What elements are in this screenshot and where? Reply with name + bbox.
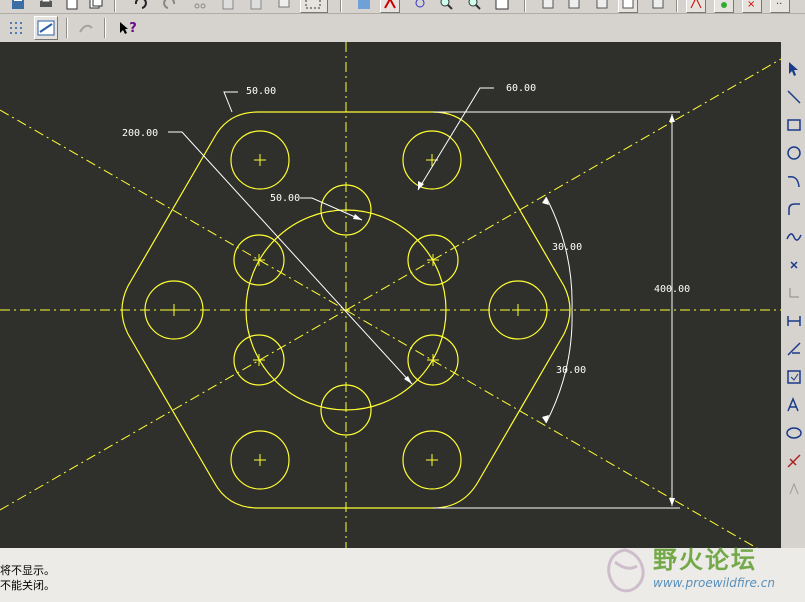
disabled-tool-icon <box>76 18 96 38</box>
coordinate-system-icon[interactable] <box>785 284 803 302</box>
spin-center-icon[interactable] <box>410 0 430 13</box>
dim-overall-height[interactable]: 400.00 <box>654 284 690 295</box>
sketch-icon[interactable] <box>380 0 400 13</box>
arc-tool-icon[interactable] <box>785 172 803 190</box>
dim-top-radius[interactable]: 50.00 <box>246 86 276 97</box>
leader-top-radius <box>223 91 238 113</box>
redo-icon[interactable] <box>160 0 180 13</box>
paste-special-icon[interactable] <box>246 0 266 13</box>
leader-hole-diameter <box>417 87 494 191</box>
svg-text:×: × <box>747 0 755 10</box>
saved-view-icon[interactable] <box>564 0 584 13</box>
spline-tool-icon[interactable] <box>785 228 803 246</box>
watermark-title: 野火论坛 <box>653 546 757 574</box>
sketch-view-icon[interactable] <box>34 16 58 40</box>
constraint-display-icon[interactable] <box>686 0 706 13</box>
zoom-in-icon[interactable] <box>436 0 456 13</box>
diagonal-centerline-down <box>0 109 758 548</box>
sketch-canvas[interactable]: 50.00 60.00 200.00 50.00 30.00 30.00 400… <box>0 42 781 548</box>
constraints-tool-icon[interactable] <box>785 368 803 386</box>
palette-tool-icon[interactable] <box>785 424 803 442</box>
layers-icon[interactable] <box>592 0 612 13</box>
fillet-tool-icon[interactable] <box>785 200 803 218</box>
cut-icon[interactable] <box>190 0 210 13</box>
model-tree-icon[interactable] <box>618 0 638 13</box>
svg-text:··: ·· <box>776 0 782 10</box>
main-toolbar: × ·· <box>0 0 805 14</box>
orient-icon[interactable] <box>538 0 558 13</box>
dim-inner-radius[interactable]: 50.00 <box>270 193 300 204</box>
watermark-logo-icon <box>607 548 645 593</box>
watermark-url: www.proewildfire.cn <box>653 576 775 590</box>
trim-tool-icon[interactable] <box>785 452 803 470</box>
circle-tool-icon[interactable] <box>785 144 803 162</box>
modify-tool-icon[interactable] <box>785 340 803 358</box>
select-arrow-icon[interactable] <box>785 60 803 78</box>
select-box-icon[interactable] <box>300 0 328 13</box>
zoom-fit-icon[interactable] <box>492 0 512 13</box>
leader-pattern-diameter <box>168 131 413 385</box>
angle-arc-upper <box>545 196 573 311</box>
vertex-display-icon[interactable]: × <box>742 0 762 13</box>
dim-pattern-diameter[interactable]: 200.00 <box>122 128 158 139</box>
page-setup-icon[interactable] <box>62 0 82 13</box>
dimension-tool-icon[interactable] <box>785 312 803 330</box>
forum-watermark: 野火论坛 www.proewildfire.cn <box>595 536 805 602</box>
status-message-2: 不能关闭。 <box>0 579 55 592</box>
zoom-out-icon[interactable] <box>464 0 484 13</box>
save-icon[interactable] <box>8 0 28 13</box>
dim-angle-upper[interactable]: 30.00 <box>552 242 582 253</box>
text-tool-icon[interactable] <box>785 396 803 414</box>
vertex-display-icon-2[interactable]: ·· <box>770 0 790 13</box>
refit-icon[interactable] <box>354 0 374 13</box>
grid-toggle-icon[interactable] <box>6 18 26 38</box>
dim-hole-diameter[interactable]: 60.00 <box>506 83 536 94</box>
paste-icon[interactable] <box>218 0 238 13</box>
regenerate-icon[interactable] <box>274 0 294 13</box>
rectangle-tool-icon[interactable] <box>785 116 803 134</box>
point-tool-icon[interactable] <box>785 256 803 274</box>
help-label: ? <box>129 20 137 36</box>
undo-icon[interactable] <box>130 0 150 13</box>
sketch-drawing[interactable]: 50.00 60.00 200.00 50.00 30.00 30.00 400… <box>0 42 781 548</box>
sketcher-tools <box>781 42 805 548</box>
line-tool-icon[interactable] <box>785 88 803 106</box>
dim-angle-lower[interactable]: 30.00 <box>556 365 586 376</box>
grid-display-icon[interactable] <box>714 0 734 13</box>
status-message-1: 将不显示。 <box>0 564 55 577</box>
print-icon[interactable] <box>36 0 56 13</box>
copy-icon[interactable] <box>86 0 106 13</box>
mirror-tool-icon <box>785 480 803 498</box>
dimension-display-icon[interactable] <box>648 0 668 13</box>
context-help-icon[interactable]: ? <box>116 18 140 38</box>
sketch-toolbar: ? <box>0 14 805 42</box>
